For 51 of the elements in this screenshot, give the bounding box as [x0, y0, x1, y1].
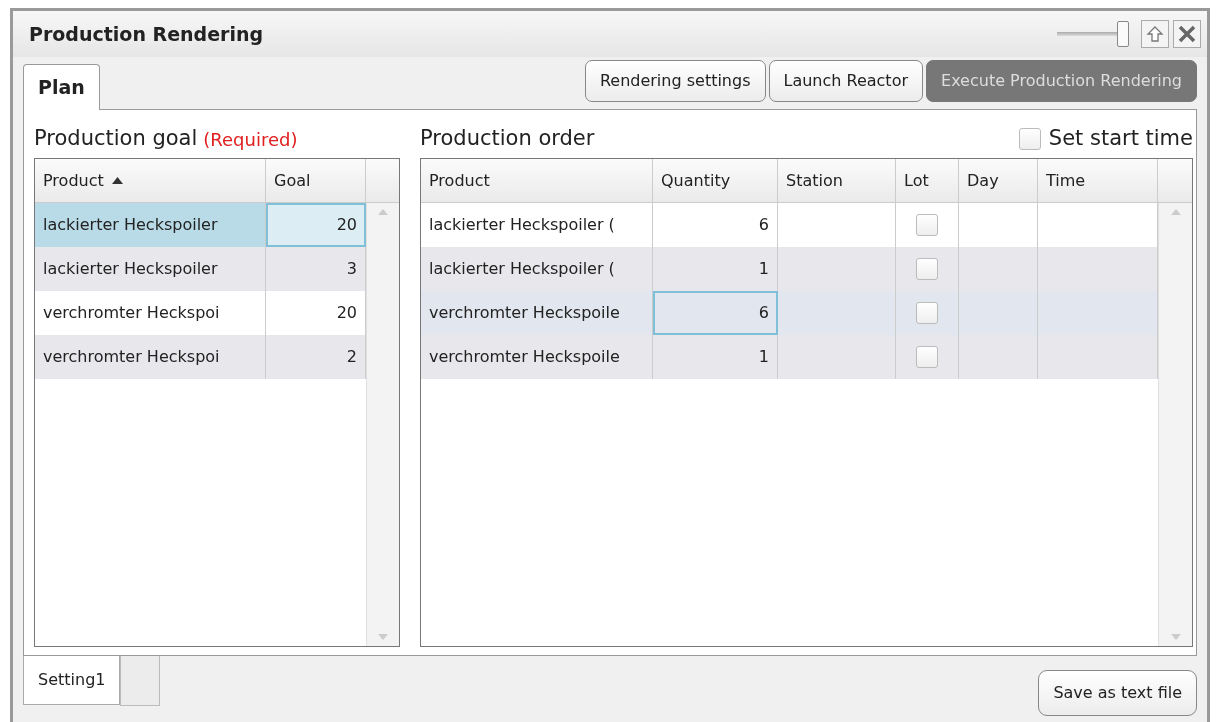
column-header[interactable]: Station	[778, 159, 896, 202]
scroll-up-icon[interactable]	[378, 209, 388, 215]
scroll-down-icon[interactable]	[378, 634, 388, 640]
checkbox[interactable]	[916, 346, 938, 368]
close-button[interactable]	[1173, 20, 1201, 48]
table-row[interactable]: lackierter Heckspoiler 20	[35, 203, 366, 247]
checkbox-label: Set start time	[1048, 125, 1193, 153]
up-arrow-icon	[1146, 25, 1164, 43]
table-row[interactable]: verchromter Heckspoile 1	[421, 335, 1158, 379]
checkbox[interactable]	[916, 302, 938, 324]
table-row[interactable]: lackierter Heckspoiler ( 1	[421, 247, 1158, 291]
column-header[interactable]: Day	[959, 159, 1038, 202]
table-cell: lackierter Heckspoiler	[35, 203, 266, 247]
column-header[interactable]: Product	[35, 159, 266, 202]
toolbar-button[interactable]: Launch Reactor	[768, 60, 923, 102]
header-label: Product	[43, 169, 104, 192]
required-note: (Required)	[203, 127, 298, 152]
toolbar-button[interactable]: Rendering settings	[584, 60, 766, 102]
column-header[interactable]: Product	[421, 159, 653, 202]
table-cell: 1	[653, 247, 778, 291]
column-header[interactable]: Goal	[266, 159, 366, 202]
table-row[interactable]: verchromter Heckspoi 2	[35, 335, 366, 379]
slider-thumb[interactable]	[1117, 21, 1129, 47]
table-cell: verchromter Heckspoile	[421, 335, 653, 379]
column-header[interactable]: Quantity	[653, 159, 778, 202]
window-title: Production Rendering	[29, 21, 264, 47]
maximize-button[interactable]	[1141, 20, 1169, 48]
scroll-down-icon[interactable]	[1170, 634, 1181, 640]
checkbox[interactable]	[916, 258, 938, 280]
table-cell: 20	[266, 203, 366, 247]
scrollbar[interactable]	[366, 203, 399, 646]
close-icon	[1177, 24, 1197, 44]
checkbox[interactable]	[916, 214, 938, 236]
table-cell: 1	[653, 335, 778, 379]
tab[interactable]: Plan	[23, 63, 100, 110]
save-button[interactable]: Save as text file	[1038, 670, 1197, 716]
scroll-up-icon[interactable]	[1170, 209, 1181, 215]
table-row[interactable]: lackierter Heckspoiler 3	[35, 247, 366, 291]
table-cell: 6	[653, 291, 778, 335]
header-label: Goal	[274, 169, 311, 192]
tab[interactable]: Setting1	[23, 656, 121, 705]
section-title: Production order	[420, 125, 595, 153]
checkbox[interactable]	[1018, 128, 1041, 150]
scrollbar[interactable]	[1158, 203, 1192, 646]
table-row[interactable]: verchromter Heckspoile 6	[421, 291, 1158, 335]
empty-tab[interactable]	[120, 656, 161, 706]
column-header[interactable]: Lot	[896, 159, 959, 202]
column-header[interactable]: Time	[1038, 159, 1158, 202]
section-title: Production goal	[34, 125, 198, 153]
table-cell: verchromter Heckspoi	[35, 335, 266, 379]
table-cell: lackierter Heckspoiler	[35, 247, 266, 291]
